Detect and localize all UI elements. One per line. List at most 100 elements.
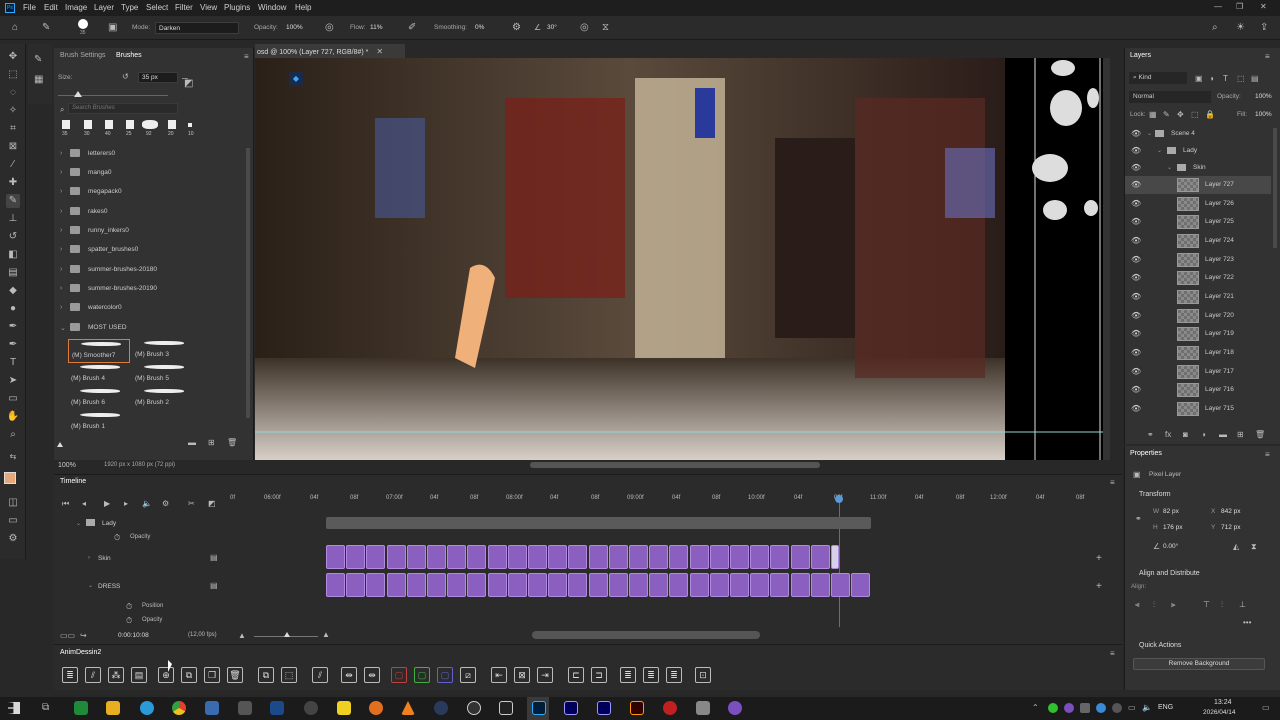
extend-left-icon[interactable]: ⇹ (341, 667, 357, 683)
opacity-input[interactable]: 100% (283, 22, 319, 34)
frame-clip[interactable] (487, 573, 507, 597)
layer-row[interactable]: 👁 Layer 717 (1125, 363, 1271, 381)
layer-row[interactable]: 👁 Layer 723 (1125, 251, 1271, 269)
brush-settings-icon[interactable]: ✎ (34, 54, 42, 65)
brush-preset-icon[interactable] (78, 19, 88, 29)
play-icon[interactable]: ▶ (104, 499, 110, 508)
export-icon[interactable]: ≣ (620, 667, 636, 683)
track-skin[interactable]: Skin (98, 555, 111, 562)
minimize-icon[interactable]: — (1214, 2, 1222, 11)
brush-folder[interactable]: › letterers0 (60, 145, 246, 164)
eye-icon[interactable]: 👁 (1131, 180, 1141, 189)
brush-folder[interactable]: › summer-brushes-20180 (60, 261, 246, 280)
keyboard-app-icon[interactable] (270, 701, 284, 715)
trim-end-icon[interactable]: ⊐ (591, 667, 607, 683)
layer-row[interactable]: 👁 Layer 721 (1125, 288, 1271, 306)
document-tab[interactable]: osd @ 100% (Layer 727, RGB/8#) * ✕ (255, 44, 405, 58)
brush-folder[interactable]: › spatter_brushes0 (60, 241, 246, 260)
mode-select[interactable]: Darken (155, 22, 239, 34)
x-input[interactable]: 842 px (1221, 508, 1241, 515)
red-app-icon[interactable] (663, 701, 677, 715)
pressure-size-icon[interactable]: ◎ (580, 22, 589, 33)
eye-icon[interactable]: 👁 (1131, 385, 1141, 394)
hand-tool-icon[interactable]: ✋ (6, 410, 20, 424)
opacity-input[interactable]: 100% (1255, 93, 1272, 100)
tray-chevron-icon[interactable]: ⌃ (1032, 703, 1039, 712)
eye-icon[interactable]: 👁 (1131, 146, 1141, 155)
notes-app-icon[interactable] (337, 701, 351, 715)
convert-icon[interactable]: ↪ (80, 631, 87, 640)
windows-start-icon[interactable] (8, 702, 20, 714)
move-right-icon[interactable]: ⇥ (537, 667, 553, 683)
language-indicator[interactable]: ENG (1158, 704, 1173, 711)
frame-clip[interactable] (709, 573, 729, 597)
move-tool-icon[interactable]: ✥ (6, 50, 20, 64)
frame-clip[interactable] (346, 573, 366, 597)
extras-icon[interactable]: ⚙ (6, 532, 20, 546)
frame-clip[interactable] (629, 573, 648, 597)
steam-icon[interactable] (434, 701, 448, 715)
crop-tool-icon[interactable]: ⌗ (6, 122, 20, 136)
thumbnail-size-slider[interactable] (57, 442, 63, 447)
brush-folder[interactable]: › megapack0 (60, 183, 246, 202)
blur-tool-icon[interactable]: ◆ (6, 284, 20, 298)
menu-type[interactable]: Type (121, 3, 138, 12)
frame-clip[interactable] (831, 545, 839, 569)
frame-clip[interactable] (608, 545, 628, 569)
frame-clip[interactable] (467, 573, 487, 597)
menu-edit[interactable]: Edit (44, 3, 58, 12)
lock-transparent-icon[interactable]: ▦ (1149, 110, 1157, 119)
layer-row[interactable]: 👁 Layer 724 (1125, 232, 1271, 250)
eye-icon[interactable]: 👁 (1131, 292, 1141, 301)
vertical-scrollbar[interactable] (1103, 58, 1110, 460)
no-color-icon[interactable]: ⧄ (460, 667, 476, 683)
zoom-out-icon[interactable]: ▲ (238, 631, 246, 640)
align-top-icon[interactable]: ⊤ (1203, 600, 1210, 609)
frame-clip[interactable] (507, 573, 527, 597)
brush-item[interactable]: (M) Brush 4 (68, 363, 130, 387)
eye-icon[interactable]: 👁 (1131, 329, 1141, 338)
fx-icon[interactable]: fx (1165, 430, 1171, 439)
preset-brush-icon[interactable] (84, 120, 92, 129)
previous-frame-icon[interactable]: ◂ (82, 499, 86, 508)
flip-horizontal-icon[interactable]: ◭ (1233, 542, 1239, 551)
search-brushes-input[interactable]: Search Brushes (68, 103, 178, 114)
clip-icon[interactable]: ⫽ (312, 667, 328, 683)
zoom-tool-icon[interactable]: ⌕ (6, 428, 20, 442)
lasso-tool-icon[interactable]: ◌ (6, 86, 20, 100)
time-ruler[interactable]: 0f 06:00f 04f 08f 07:00f 04f 08f 08:00f … (230, 493, 1110, 507)
track-options-icon[interactable]: ▤ (210, 581, 218, 590)
menu-file[interactable]: File (23, 3, 36, 12)
telegram-icon[interactable] (140, 701, 154, 715)
tray-app-icon[interactable] (1080, 703, 1090, 713)
share-icon[interactable]: ⇪ (1260, 22, 1268, 33)
tray-app-icon[interactable] (1096, 703, 1106, 713)
duplicate-frame-icon[interactable]: ⧉ (181, 667, 197, 683)
filter-pixel-icon[interactable]: ▣ (1195, 74, 1203, 83)
brush-folder-open[interactable]: ⌄ MOST USED (60, 319, 246, 338)
search-icon[interactable]: ⌕ (1212, 22, 1218, 33)
preset-brush-icon[interactable] (188, 123, 192, 127)
layer-row[interactable]: 👁 Layer 726 (1125, 195, 1271, 213)
zoom-in-icon[interactable]: ▲ (322, 630, 330, 639)
eyedropper-tool-icon[interactable]: ⁄ (6, 158, 20, 172)
create-brush-icon[interactable]: ◩ (184, 78, 193, 89)
timeline-scrollbar[interactable] (532, 631, 760, 639)
lightbulb-icon[interactable]: ☀ (1236, 22, 1245, 33)
frame-clip[interactable] (568, 573, 588, 597)
camera-app-icon[interactable] (238, 701, 252, 715)
stopwatch-icon[interactable]: ⏱ (126, 616, 132, 626)
healing-tool-icon[interactable]: ✚ (6, 176, 20, 190)
new-group-icon[interactable]: ▬ (1219, 430, 1227, 439)
frame-clip[interactable] (629, 545, 648, 569)
gradient-tool-icon[interactable]: ▤ (6, 266, 20, 280)
frame-clip[interactable] (588, 573, 608, 597)
layer-group-row[interactable]: 👁 ⌄ Lady (1125, 142, 1271, 160)
trash-icon[interactable]: 🗑 (1255, 430, 1265, 439)
vpn-app-icon[interactable] (696, 701, 710, 715)
blend-mode-select[interactable]: Normal (1129, 91, 1211, 103)
frame-clip[interactable] (750, 573, 770, 597)
align-header[interactable]: Align and Distribute (1139, 570, 1200, 577)
canvas[interactable]: ◆ (255, 58, 1110, 460)
lock-pixels-icon[interactable]: ✎ (1163, 110, 1170, 119)
